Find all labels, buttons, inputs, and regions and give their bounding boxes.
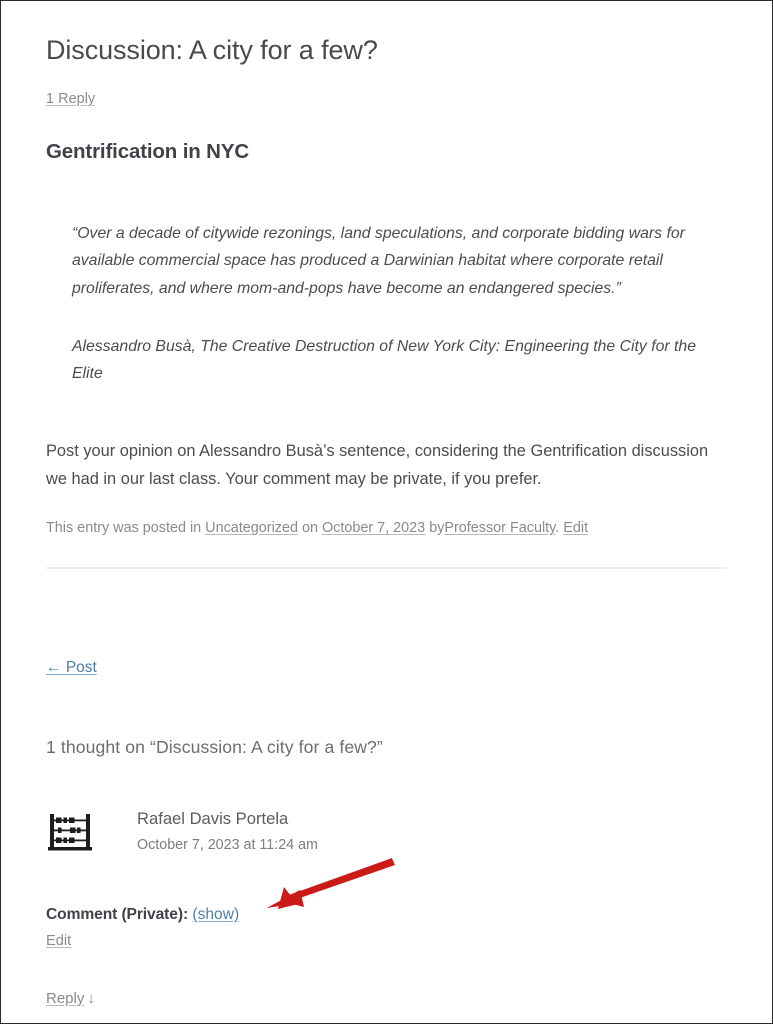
- screenshot-frame: Discussion: A city for a few? 1 Reply Ge…: [0, 0, 773, 1024]
- comment-author-name: Rafael Davis Portela: [137, 808, 289, 828]
- comment-reply-row: Reply ↓: [46, 953, 727, 1011]
- quote-attribution: Alessandro Busà, The Creative Destructio…: [72, 337, 696, 383]
- comment-author-block: Rafael Davis Portela October 7, 2023 at …: [137, 807, 318, 855]
- comment-item: Rafael Davis Portela October 7, 2023 at …: [46, 758, 727, 1011]
- comment-body: Comment (Private): (show) Edit: [46, 855, 727, 954]
- reply-count-link[interactable]: 1 Reply: [46, 91, 95, 107]
- content-heading: Gentrification in NYC: [46, 139, 250, 163]
- previous-post-label: Post: [65, 659, 97, 677]
- comment-private-label: Comment (Private):: [46, 905, 189, 923]
- quote-spacer: [46, 164, 727, 220]
- post-navigation: ← Post: [46, 569, 727, 679]
- page-title: Discussion: A city for a few?: [46, 35, 378, 65]
- down-arrow-icon: ↓: [87, 990, 95, 1008]
- blog-post-page: Discussion: A city for a few? 1 Reply Ge…: [1, 1, 772, 1023]
- by-label: by: [429, 520, 445, 537]
- posted-in-prefix: This entry was posted in: [46, 520, 202, 537]
- quote-text: “Over a decade of citywide rezonings, la…: [72, 224, 685, 297]
- show-comment-link[interactable]: (show): [192, 906, 239, 923]
- post-date-link[interactable]: October 7, 2023: [322, 520, 425, 536]
- comment-timestamp: October 7, 2023 at 11:24 am: [137, 836, 318, 853]
- comments-heading: 1 thought on “Discussion: A city for a f…: [46, 736, 383, 757]
- left-arrow-icon: ←: [46, 659, 62, 677]
- previous-post-link[interactable]: ← Post: [46, 659, 97, 676]
- meta-period: .: [555, 520, 560, 537]
- abacus-identicon-avatar: [48, 813, 92, 851]
- on-label: on: [301, 520, 318, 537]
- category-link[interactable]: Uncategorized: [205, 520, 298, 536]
- comment-header: Rafael Davis Portela October 7, 2023 at …: [46, 807, 727, 855]
- entry-meta: This entry was posted in Uncategorized o…: [46, 493, 727, 540]
- comment-edit-link[interactable]: Edit: [46, 933, 71, 949]
- comment-edit-row: Edit: [46, 931, 727, 953]
- comment-reply-link[interactable]: Reply: [46, 990, 84, 1007]
- post-body-text: Post your opinion on Alessandro Busà’s s…: [46, 442, 709, 488]
- reply-count-row: 1 Reply: [46, 89, 727, 111]
- entry-content: Gentrification in NYC “Over a decade of …: [46, 140, 727, 493]
- post-edit-link[interactable]: Edit: [563, 520, 588, 536]
- post-author-link[interactable]: Professor Faculty: [444, 520, 555, 536]
- pull-quote: “Over a decade of citywide rezonings, la…: [46, 164, 727, 388]
